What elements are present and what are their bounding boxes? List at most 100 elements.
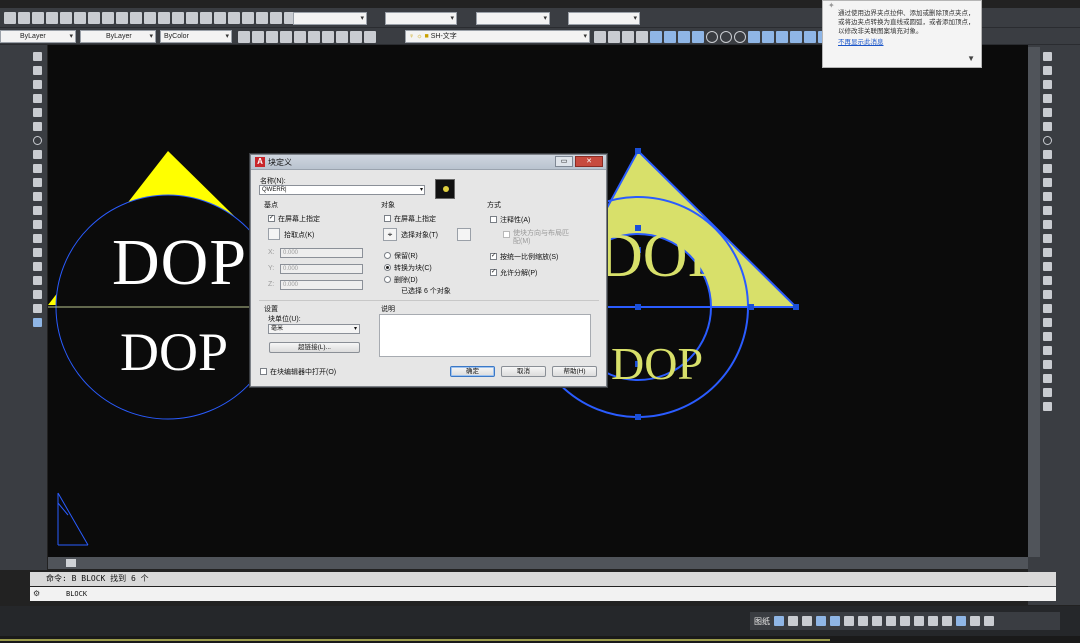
dont-show-again-link[interactable]: 不再显示此消息 bbox=[838, 38, 975, 47]
table-style-dropdown[interactable]: ▾ bbox=[476, 12, 550, 25]
ortho-icon[interactable] bbox=[802, 616, 812, 626]
color-dropdown[interactable]: ByColor ▾ bbox=[160, 30, 232, 43]
layer-tool-icon[interactable] bbox=[336, 31, 348, 43]
annotative-checkbox[interactable] bbox=[490, 216, 497, 223]
select-objects-label[interactable]: 选择对象(T) bbox=[401, 230, 438, 240]
close-button[interactable]: ✕ bbox=[575, 156, 603, 167]
z-field[interactable]: 0.000 bbox=[280, 280, 363, 290]
layer-tool-icon[interactable] bbox=[252, 31, 264, 43]
horizontal-scrollbar[interactable] bbox=[48, 557, 1028, 569]
publish-icon[interactable] bbox=[74, 12, 86, 24]
layer-dropdown[interactable]: ByLayer ▾ bbox=[0, 30, 76, 43]
extend-icon[interactable] bbox=[1043, 192, 1052, 201]
snap-quadrant-icon[interactable] bbox=[1043, 360, 1052, 369]
pick-point-icon[interactable] bbox=[268, 228, 280, 240]
array-icon[interactable] bbox=[1043, 108, 1052, 117]
copy-icon[interactable] bbox=[102, 12, 114, 24]
scale-uniformly-checkbox[interactable]: ✓ bbox=[490, 253, 497, 260]
plus-icon[interactable] bbox=[928, 616, 938, 626]
hatch-icon[interactable] bbox=[33, 248, 42, 257]
open-in-editor-checkbox[interactable] bbox=[260, 368, 267, 375]
match-orientation-checkbox[interactable] bbox=[503, 231, 510, 238]
select-objects-icon[interactable]: ⌖ bbox=[383, 228, 397, 241]
zoom-previous-icon[interactable] bbox=[214, 12, 226, 24]
restore-button[interactable]: ▭ bbox=[555, 156, 573, 167]
layer-tool-icon[interactable] bbox=[308, 31, 320, 43]
blend-icon[interactable] bbox=[1043, 276, 1052, 285]
snap-intersection-icon[interactable] bbox=[1043, 332, 1052, 341]
dialog-titlebar[interactable]: A 块定义 ▭ ✕ bbox=[251, 155, 606, 170]
polygon-icon[interactable] bbox=[33, 94, 42, 103]
layer-tool-icon[interactable] bbox=[364, 31, 376, 43]
layer-previous-icon[interactable] bbox=[594, 31, 606, 43]
break-icon[interactable] bbox=[1043, 220, 1052, 229]
rectangle-icon[interactable] bbox=[33, 108, 42, 117]
match-properties-icon[interactable] bbox=[130, 12, 142, 24]
ellipse-arc-icon[interactable] bbox=[33, 192, 42, 201]
cut-icon[interactable] bbox=[88, 12, 100, 24]
scroll-thumb[interactable] bbox=[66, 559, 76, 567]
gradient-icon[interactable] bbox=[33, 262, 42, 271]
snap-endpoint-icon[interactable] bbox=[1043, 304, 1052, 313]
dim-space-icon[interactable] bbox=[804, 31, 816, 43]
hyperlink-button[interactable]: 超链接(L)... bbox=[269, 342, 360, 353]
layer-tool-icon[interactable] bbox=[266, 31, 278, 43]
layer-tool-icon[interactable] bbox=[294, 31, 306, 43]
layer-match-icon[interactable] bbox=[608, 31, 620, 43]
grip[interactable] bbox=[748, 304, 754, 310]
new-icon[interactable] bbox=[4, 12, 16, 24]
hardware-accel-icon[interactable] bbox=[942, 616, 952, 626]
block-name-combobox[interactable]: QWERR| ▾ bbox=[259, 185, 425, 195]
dim-angular-icon[interactable] bbox=[748, 31, 760, 43]
rotate-icon[interactable] bbox=[1043, 136, 1052, 145]
layer-tool-icon[interactable] bbox=[238, 31, 250, 43]
workspace-gear-icon[interactable] bbox=[914, 616, 924, 626]
chamfer-icon[interactable] bbox=[1043, 248, 1052, 257]
move-icon[interactable] bbox=[1043, 122, 1052, 131]
snap-icon[interactable] bbox=[788, 616, 798, 626]
redo-icon[interactable] bbox=[158, 12, 170, 24]
vertical-scrollbar[interactable] bbox=[1028, 47, 1040, 557]
paste-icon[interactable] bbox=[116, 12, 128, 24]
snap-center-icon[interactable] bbox=[1043, 346, 1052, 355]
quick-select-icon[interactable] bbox=[457, 228, 471, 241]
allow-exploding-checkbox[interactable]: ✓ bbox=[490, 269, 497, 276]
selection-cycling-icon[interactable] bbox=[886, 616, 896, 626]
snap-midpoint-icon[interactable] bbox=[1043, 318, 1052, 327]
snap-tangent-icon[interactable] bbox=[1043, 374, 1052, 383]
copy-object-icon[interactable] bbox=[1043, 66, 1052, 75]
grip[interactable] bbox=[635, 304, 641, 310]
convert-to-block-radio[interactable] bbox=[384, 264, 391, 271]
pan-icon[interactable] bbox=[172, 12, 184, 24]
scale-icon[interactable] bbox=[1043, 150, 1052, 159]
construction-line-icon[interactable] bbox=[33, 66, 42, 75]
layer-off-icon[interactable] bbox=[636, 31, 648, 43]
design-center-icon[interactable] bbox=[242, 12, 254, 24]
layer-control-dropdown[interactable]: ♀ ☼ ■ SH-文字 ▾ bbox=[405, 30, 590, 43]
point-icon[interactable] bbox=[33, 234, 42, 243]
snap-none-icon[interactable] bbox=[1043, 402, 1052, 411]
line-icon[interactable] bbox=[33, 52, 42, 61]
break-at-point-icon[interactable] bbox=[1043, 206, 1052, 215]
linetype-dropdown[interactable]: ByLayer ▾ bbox=[80, 30, 156, 43]
dim-ordinate-icon[interactable] bbox=[692, 31, 704, 43]
make-block-icon[interactable] bbox=[33, 220, 42, 229]
osnap-icon[interactable] bbox=[830, 616, 840, 626]
isolate-objects-icon[interactable] bbox=[956, 616, 966, 626]
quick-dim-icon[interactable] bbox=[762, 31, 774, 43]
x-field[interactable]: 0.000 bbox=[280, 248, 363, 258]
erase-icon[interactable] bbox=[1043, 52, 1052, 61]
grip[interactable] bbox=[793, 304, 799, 310]
dim-radius-icon[interactable] bbox=[706, 31, 718, 43]
properties-icon[interactable] bbox=[228, 12, 240, 24]
customize-menu-icon[interactable] bbox=[984, 616, 994, 626]
mirror-icon[interactable] bbox=[1043, 80, 1052, 89]
region-icon[interactable] bbox=[33, 276, 42, 285]
stretch-icon[interactable] bbox=[1043, 164, 1052, 173]
layer-tool-icon[interactable] bbox=[350, 31, 362, 43]
grip[interactable] bbox=[635, 148, 641, 154]
plot-icon[interactable] bbox=[46, 12, 58, 24]
grip[interactable] bbox=[635, 414, 641, 420]
polyline-icon[interactable] bbox=[33, 80, 42, 89]
objects-on-screen-checkbox[interactable] bbox=[384, 215, 391, 222]
